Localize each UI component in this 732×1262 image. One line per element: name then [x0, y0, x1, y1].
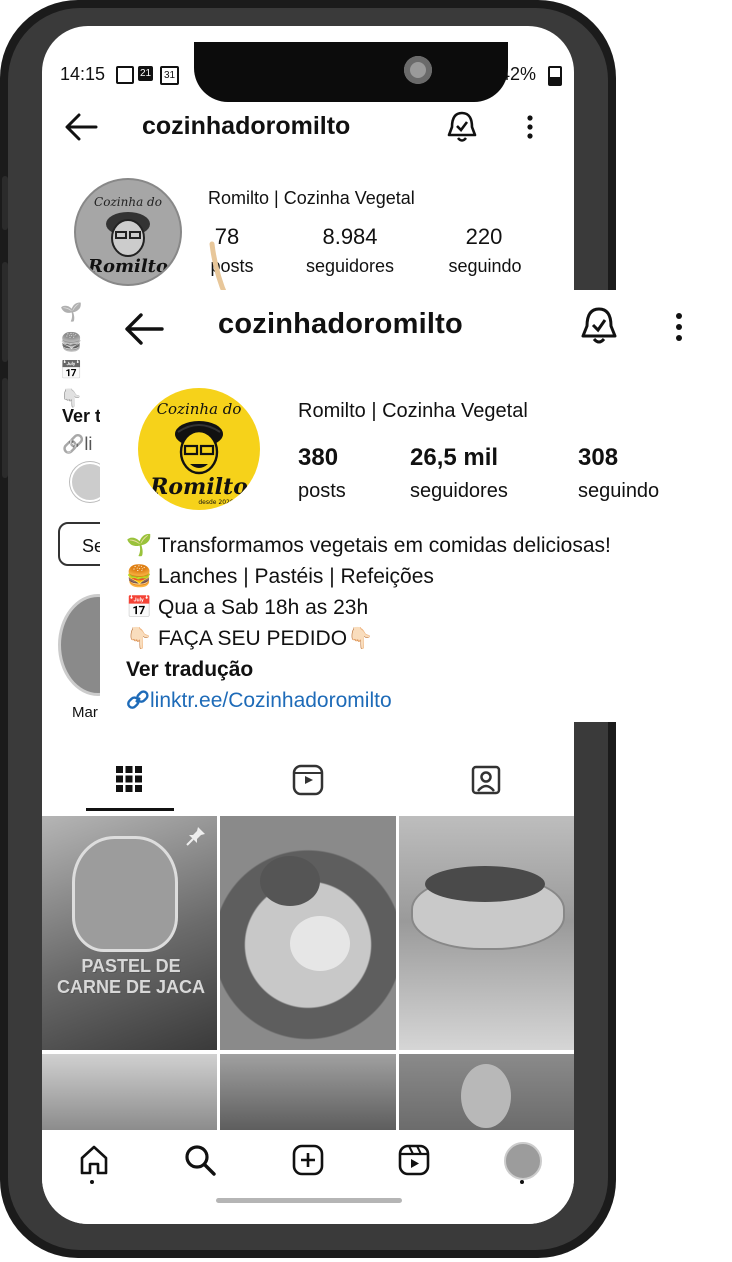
phone-mute-switch: [2, 176, 8, 230]
status-time: 14:15: [60, 64, 106, 84]
calendar-status-icon: 21: [138, 66, 153, 81]
pointing-down-icon: 👇🏻: [126, 627, 153, 650]
bio-line-4: 👇🏻 FAÇA SEU PEDIDO👇🏻: [126, 627, 373, 651]
post-2-rice-shape: [290, 916, 350, 971]
post-1-caption: PASTEL DE CARNE DE JACA: [56, 956, 206, 997]
grid-tab-underline: [86, 808, 174, 811]
back-arrow-icon-zoom[interactable]: [124, 312, 164, 346]
link-text-old: li: [84, 434, 93, 454]
reels-nav-icon[interactable]: [398, 1144, 430, 1176]
post-thumbnail-4[interactable]: [42, 1054, 217, 1134]
post-thumbnail-1[interactable]: PASTEL DE CARNE DE JACA: [42, 816, 217, 1050]
avatar-text-small: desde 2020: [198, 499, 233, 506]
grid-tab-icon[interactable]: [114, 764, 144, 794]
following-label-old: seguindo: [448, 256, 522, 276]
profile-indicator-dot: [520, 1180, 524, 1184]
avatar-text-top-old: Cozinha do: [94, 195, 162, 209]
post-6-face-shape: [461, 1064, 511, 1128]
post-3-topping-shape: [425, 866, 545, 902]
gesture-bar: [216, 1198, 402, 1203]
avatar-text-bottom-old: Romilto: [87, 256, 168, 277]
phone-volume-down: [2, 378, 8, 478]
post-1-food-shape: [72, 836, 178, 952]
bio-line-1: 🌱 Transformamos vegetais em comidas deli…: [126, 534, 611, 558]
seedling-icon: 🌱: [126, 534, 153, 557]
translate-old[interactable]: Ver t: [62, 406, 101, 427]
link-icon-old: 🔗: [62, 434, 85, 454]
post-2-food-shape: [260, 856, 320, 906]
posts-count[interactable]: 380: [298, 444, 338, 472]
profile-zoom-card: cozinhadoromilto Cozinha do Romilto desd…: [100, 290, 732, 722]
home-icon[interactable]: [78, 1144, 110, 1176]
display-name-old: Romilto | Cozinha Vegetal: [208, 188, 415, 208]
more-options-icon-zoom[interactable]: [674, 312, 684, 342]
notification-bell-icon-zoom[interactable]: [580, 306, 618, 346]
calendar-icon: 📅: [126, 596, 153, 619]
following-count-old[interactable]: 220: [444, 224, 524, 250]
search-icon[interactable]: [184, 1144, 216, 1176]
profile-avatar-zoom[interactable]: Cozinha do Romilto desde 2020: [138, 388, 260, 510]
followers-count[interactable]: 26,5 mil: [410, 444, 498, 472]
back-arrow-icon[interactable]: [64, 112, 98, 142]
notification-bell-icon[interactable]: [446, 110, 478, 144]
followers-label: seguidores: [410, 480, 508, 502]
post-thumbnail-3[interactable]: [399, 816, 574, 1050]
profile-username-zoom: cozinhadoromilto: [218, 308, 463, 340]
bio-line-3: 📅 Qua a Sab 18h as 23h: [126, 596, 368, 620]
avatar-text-top: Cozinha do: [157, 400, 242, 418]
bio-text-3: Qua a Sab 18h as 23h: [158, 596, 369, 619]
following-label: seguindo: [578, 480, 660, 502]
bio-link-text: linktr.ee/Cozinhadoromilto: [150, 689, 392, 712]
gallery-icon: [116, 66, 134, 84]
bio-text-2: Lanches | Pastéis | Refeições: [158, 565, 434, 588]
more-options-icon[interactable]: [526, 114, 534, 140]
phone-volume-up: [2, 262, 8, 362]
story-highlight-label-old: Mar: [72, 704, 98, 721]
battery-icon: [548, 66, 562, 86]
post-thumbnail-2[interactable]: [220, 816, 396, 1050]
tagged-tab-icon[interactable]: [470, 764, 502, 796]
bio-line-old-3: 📅: [60, 360, 83, 380]
post-thumbnail-5[interactable]: [220, 1054, 396, 1134]
profile-nav-avatar[interactable]: [504, 1142, 542, 1180]
burger-icon: 🍔: [126, 565, 153, 588]
display-name-zoom: Romilto | Cozinha Vegetal: [298, 400, 528, 422]
bio-line-old-2: 🍔: [60, 332, 83, 352]
bio-text-4: FAÇA SEU PEDIDO👇🏻: [158, 627, 374, 650]
reels-tab-icon[interactable]: [292, 764, 324, 796]
front-camera: [404, 56, 432, 84]
post-thumbnail-6[interactable]: [399, 1054, 574, 1134]
link-old[interactable]: 🔗li: [62, 434, 92, 455]
create-post-icon[interactable]: [292, 1144, 324, 1176]
translate-link[interactable]: Ver tradução: [126, 658, 253, 682]
bio-line-old-1: 🌱: [60, 302, 83, 322]
pin-icon: [186, 826, 206, 846]
phone-notch: [194, 42, 508, 102]
profile-username: cozinhadoromilto: [142, 112, 351, 140]
bio-text-1: Transformamos vegetais em comidas delici…: [157, 534, 611, 557]
calendar-status-icon-2: 31: [160, 66, 179, 85]
bio-link[interactable]: linktr.ee/Cozinhadoromilto: [126, 689, 392, 713]
home-indicator-dot: [90, 1180, 94, 1184]
posts-label: posts: [298, 480, 346, 502]
link-icon: [126, 689, 150, 711]
profile-avatar-old[interactable]: Cozinha do Romilto: [74, 178, 182, 286]
following-count[interactable]: 308: [578, 444, 618, 472]
bio-line-2: 🍔 Lanches | Pastéis | Refeições: [126, 565, 434, 589]
avatar-text-bottom: Romilto: [149, 474, 248, 500]
